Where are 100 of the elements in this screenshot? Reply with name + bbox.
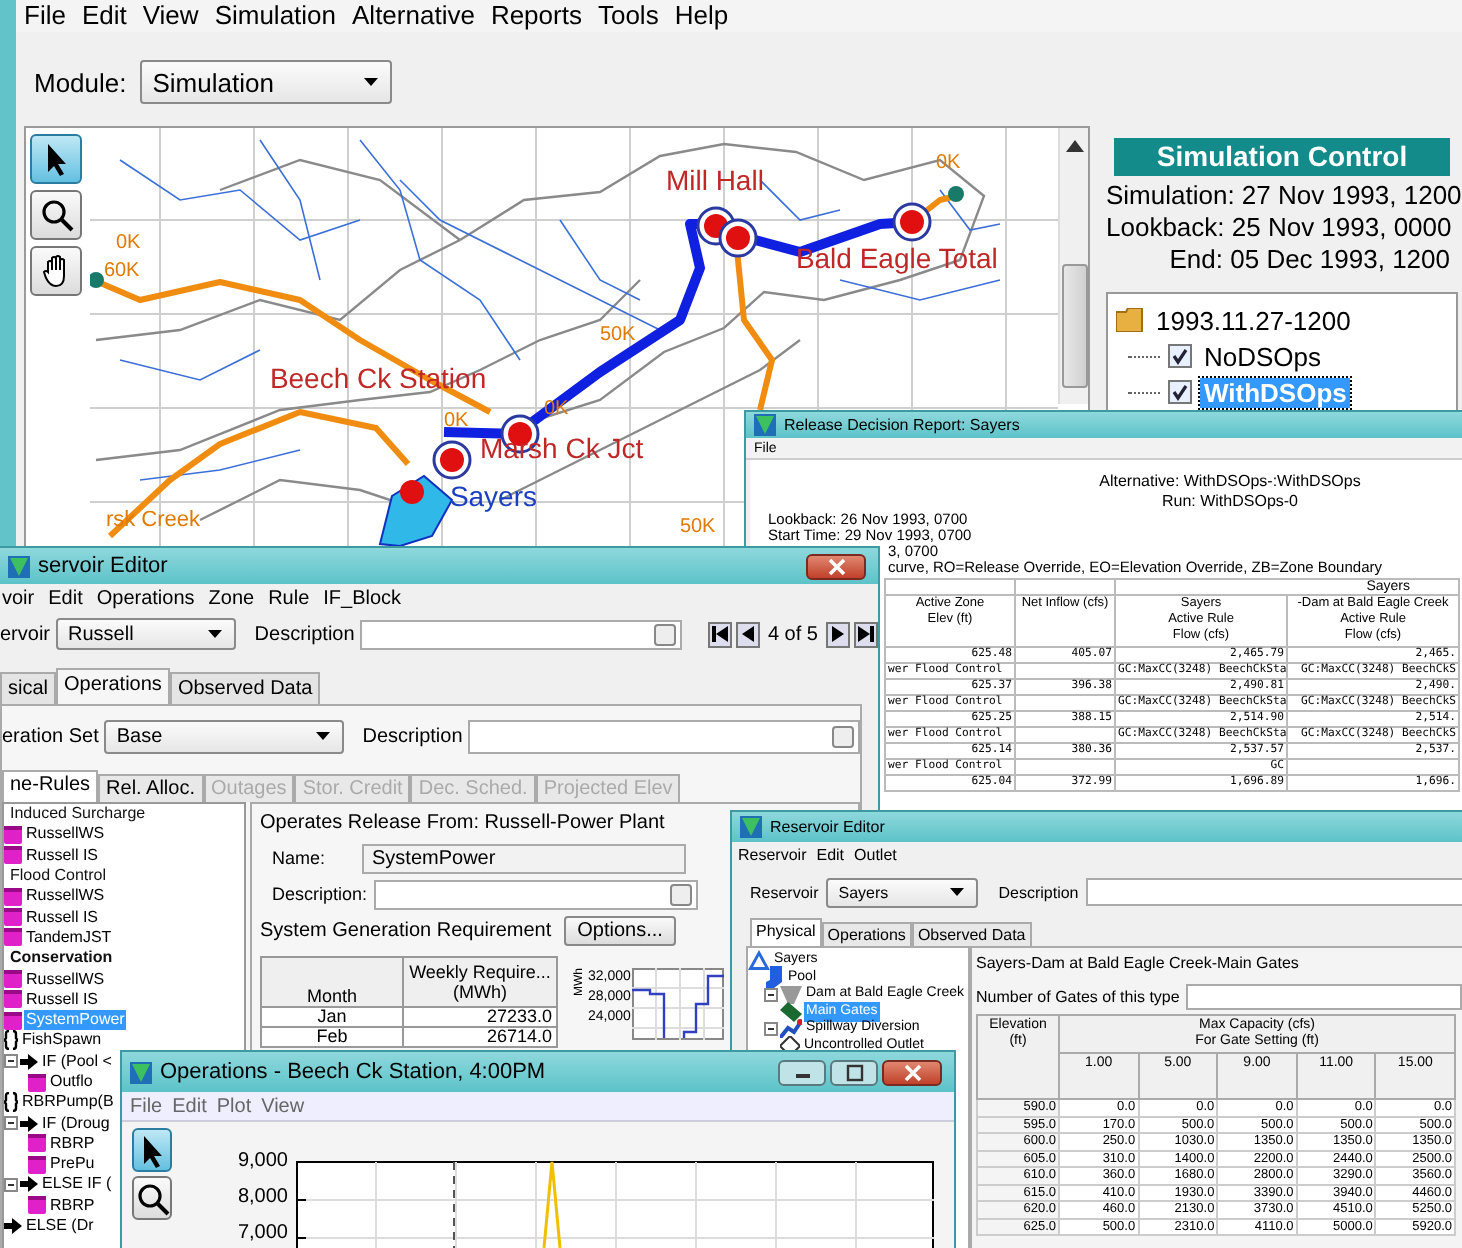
menu-item[interactable]: Tools	[589, 0, 667, 32]
tree-item[interactable]: RussellWS	[24, 886, 107, 907]
menu-item[interactable]: Operations	[96, 587, 195, 609]
close-icon	[903, 1063, 921, 1081]
first-record-button[interactable]	[707, 621, 732, 647]
browse-button[interactable]	[832, 725, 854, 747]
close-button[interactable]	[806, 553, 866, 579]
search-icon	[134, 1179, 170, 1217]
tree-item[interactable]: TandemJST	[24, 927, 114, 948]
tree-item[interactable]: RBRPump(B	[20, 1092, 116, 1113]
menu-item[interactable]: Outlet	[854, 845, 897, 863]
description-field[interactable]	[1086, 878, 1462, 906]
tab[interactable]: Physical	[750, 918, 822, 946]
tree-item[interactable]: Russell IS	[24, 989, 101, 1010]
close-button[interactable]	[882, 1059, 942, 1085]
scrollbar[interactable]	[1058, 128, 1088, 404]
next-record-button[interactable]	[826, 621, 850, 647]
tab[interactable]: Observed Data	[169, 672, 321, 704]
axis-tick: 8,000	[235, 1188, 288, 1208]
maximize-button[interactable]	[830, 1059, 878, 1085]
module-dropdown[interactable]: Simulation	[140, 60, 393, 104]
menu-item[interactable]: Rule	[268, 587, 310, 609]
reservoir-dropdown[interactable]: Sayers	[826, 877, 979, 907]
options-button[interactable]: Options...	[563, 915, 677, 945]
menu-item[interactable]: IF_Block	[323, 587, 402, 609]
last-record-button[interactable]	[854, 621, 878, 647]
description-field[interactable]	[360, 619, 682, 649]
menu-item[interactable]: Edit	[73, 0, 135, 32]
menu-item[interactable]: File	[130, 1095, 163, 1117]
tree-item[interactable]: RBRP	[48, 1133, 97, 1154]
menu-item[interactable]: Reservoir	[738, 845, 807, 863]
scroll-thumb[interactable]	[1061, 264, 1087, 388]
tree-item[interactable]: Russell IS	[24, 845, 101, 866]
tab[interactable]: sical	[0, 672, 57, 704]
previous-record-button[interactable]	[735, 621, 760, 647]
tree-item[interactable]: FishSpawn	[20, 1030, 104, 1051]
menu-item[interactable]: Plot	[216, 1095, 252, 1117]
reservoir-dropdown[interactable]: Russell	[56, 618, 237, 650]
tab[interactable]: ne-Rules	[2, 770, 99, 802]
tool-button[interactable]	[132, 1176, 172, 1220]
checkbox[interactable]	[1168, 344, 1192, 368]
checkbox[interactable]	[1168, 380, 1192, 404]
field-label: ervoir	[0, 623, 51, 645]
search-icon	[38, 196, 74, 234]
menu-item[interactable]: Edit	[172, 1095, 207, 1117]
tree-item[interactable]: Russell IS	[24, 907, 101, 928]
tab[interactable]: Rel. Alloc.	[98, 774, 203, 802]
gates-field[interactable]	[1185, 983, 1462, 1009]
menu-item[interactable]: View	[134, 0, 207, 32]
simulation-time: Simulation: 27 Nov 1993, 1200	[1106, 180, 1458, 212]
brace-icon	[4, 1092, 18, 1113]
tool-button[interactable]	[30, 190, 82, 240]
caret-icon	[316, 732, 331, 740]
description-field[interactable]	[373, 879, 698, 909]
browse-button[interactable]	[669, 883, 692, 905]
caret-icon	[208, 630, 223, 638]
description-field[interactable]	[468, 719, 860, 753]
operation-set-dropdown[interactable]: Base	[104, 719, 345, 753]
menu-item[interactable]: View	[261, 1095, 305, 1117]
tree-item[interactable]: ELSE (Dr	[24, 1216, 96, 1237]
minimize-button[interactable]	[778, 1059, 826, 1085]
previous-icon	[739, 626, 756, 642]
tree-item[interactable]: RussellWS	[24, 969, 107, 990]
table-cell: Jan	[261, 1007, 403, 1027]
tree-item[interactable]: Conservation	[8, 948, 115, 969]
maximize-icon	[845, 1063, 863, 1081]
name-field[interactable]: SystemPower	[362, 843, 686, 873]
menu-item[interactable]: voir	[2, 587, 35, 609]
flow-label: 0K	[935, 152, 961, 176]
menu-item[interactable]: Edit	[48, 587, 83, 609]
tab[interactable]: Operations	[56, 668, 170, 704]
tool-button[interactable]	[30, 134, 82, 184]
tree-item[interactable]: ELSE IF (	[40, 1174, 114, 1195]
menu-item[interactable]: File	[16, 0, 74, 32]
menu-item[interactable]: Reports	[482, 0, 590, 32]
browse-button[interactable]	[653, 623, 676, 645]
menu-item[interactable]: Simulation	[206, 0, 345, 32]
axis-tick: 7,000	[235, 1224, 288, 1244]
node-label: Sayers	[449, 480, 538, 512]
tool-button[interactable]	[30, 246, 82, 296]
tree-item[interactable]: IF (Droug	[40, 1113, 112, 1134]
node-label: Mill Hall	[665, 164, 764, 196]
tree-item[interactable]: RBRP	[48, 1195, 97, 1216]
tree-item[interactable]: PrePu	[48, 1154, 97, 1175]
tree-item[interactable]: RussellWS	[24, 824, 107, 845]
menu-item[interactable]: Help	[666, 0, 737, 32]
tree-item[interactable]: 1993.11.27-1200	[1152, 305, 1355, 335]
menu-item[interactable]: Zone	[208, 587, 255, 609]
menu-item[interactable]: Alternative	[344, 0, 483, 32]
menu-item[interactable]: Edit	[816, 845, 845, 863]
tool-button[interactable]	[132, 1128, 172, 1172]
brace-icon	[4, 1030, 18, 1051]
tab[interactable]: Observed Data	[911, 922, 1032, 946]
caret-icon	[950, 888, 965, 896]
tree-item[interactable]: Induced Surcharge	[8, 804, 148, 825]
tab[interactable]: Operations	[821, 922, 912, 946]
tree-item[interactable]: Flood Control	[8, 866, 109, 887]
tree-item[interactable]: NoDSOps	[1200, 341, 1326, 371]
tree-item[interactable]: IF (Pool <	[40, 1051, 114, 1072]
tree-item[interactable]: Outflo	[48, 1072, 95, 1092]
